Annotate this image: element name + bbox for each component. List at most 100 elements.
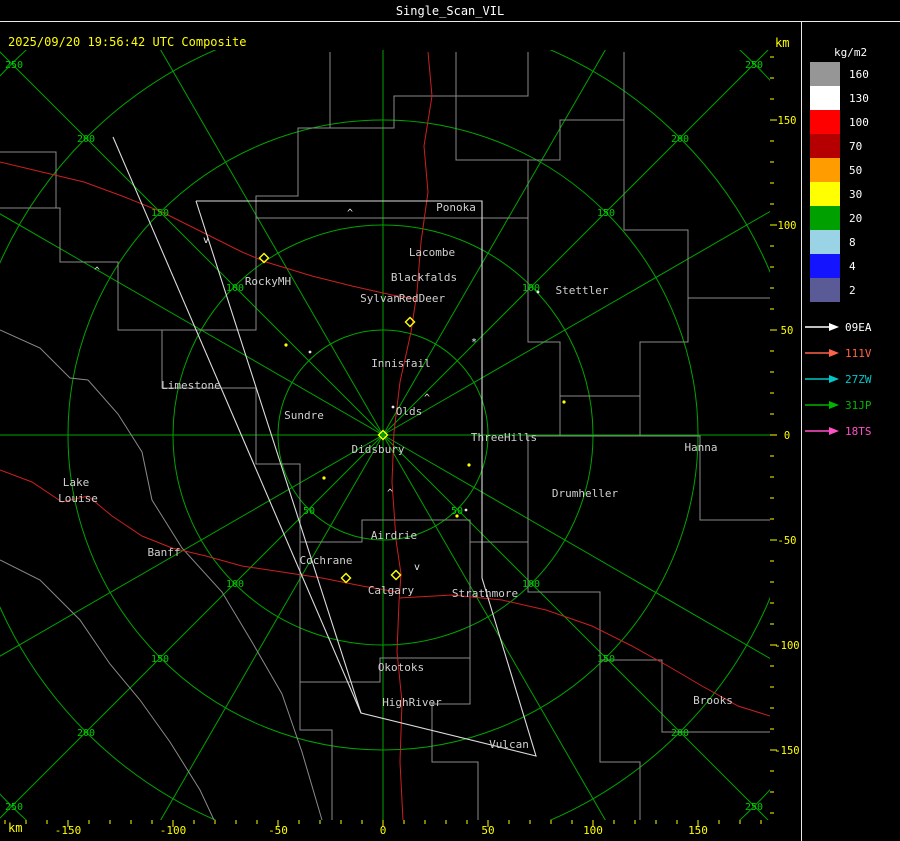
colorbar-value: 100 [849, 115, 869, 129]
city-label: Airdrie [371, 529, 417, 542]
range-distance-label: 150 [597, 654, 615, 665]
radar-id-legend: 09EA 111V 27ZW 31JP 18TS [805, 314, 872, 444]
radar-id-label: 111V [845, 346, 872, 360]
colorbar-level: 130 [810, 86, 869, 110]
bottom-axis-label: -100 [160, 824, 187, 837]
colorbar-level: 70 [810, 134, 869, 158]
colorbar-swatch [810, 62, 840, 86]
city-label: Banff [147, 546, 180, 559]
radar-legend-row[interactable]: 111V [805, 340, 872, 366]
colorbar-swatch [810, 254, 840, 278]
city-label: Lake [63, 476, 90, 489]
radar-id-label: 31JP [845, 398, 872, 412]
colorbar-level: 30 [810, 182, 869, 206]
colorbar-unit-label: kg/m2 [834, 46, 868, 59]
station-dot [391, 405, 395, 409]
city-label: Hanna [684, 441, 717, 454]
station-marker: v [203, 235, 209, 246]
colorbar-value: 4 [849, 259, 856, 273]
city-label: Vulcan [489, 738, 529, 751]
colorbar-value: 30 [849, 187, 863, 201]
radar-map-canvas[interactable]: 50 50100 100100 100150 150150 150200 200200 200… [0, 0, 900, 841]
radar-site-marker[interactable] [340, 572, 352, 584]
station-marker: ^ [94, 266, 100, 277]
colorbar-value: 70 [849, 139, 863, 153]
range-distance-label: 250 [745, 802, 763, 813]
colorbar-swatch [810, 278, 840, 302]
radar-arrow-icon [805, 427, 839, 435]
colorbar-value: 20 [849, 211, 863, 225]
spot-marker [562, 400, 566, 404]
station-marker: ^ [424, 393, 430, 404]
city-label: Innisfail [371, 357, 431, 370]
legend-panel: kg/m2 160 130 100 70 50 30 20 8 4 2 09EA 111V 27ZW 3… [801, 22, 900, 841]
highway-line [0, 469, 398, 593]
city-label: Limestone [161, 379, 221, 392]
city-label: Calgary [368, 584, 415, 597]
city-label: Olds [396, 405, 423, 418]
municipal-boundary [623, 120, 770, 299]
station-marker: ^ [347, 208, 353, 219]
map-layer[interactable]: 50 50100 100100 100150 150150 150200 200200 200… [0, 0, 900, 841]
municipal-boundary [599, 660, 641, 820]
range-distance-label: 200 [77, 728, 95, 739]
right-axis-label: 100 [778, 220, 797, 232]
city-label: Sundre [284, 409, 324, 422]
city-label: Lacombe [409, 246, 455, 259]
bottom-axis-label: 150 [688, 824, 708, 837]
radar-legend-row[interactable]: 18TS [805, 418, 872, 444]
station-marker: v [414, 562, 420, 573]
azimuth-spoke [382, 434, 606, 820]
bottom-axis-label: 0 [380, 824, 387, 837]
colorbar-swatch [810, 182, 840, 206]
station-dot [536, 290, 540, 294]
radar-arrow-icon [805, 401, 839, 409]
colorbar-swatch [810, 230, 840, 254]
municipal-boundary [528, 52, 625, 161]
city-label: RedDeer [399, 292, 446, 305]
municipal-boundary [255, 52, 331, 218]
station-dot [308, 350, 312, 354]
colorbar-swatch [810, 110, 840, 134]
colorbar-level: 100 [810, 110, 869, 134]
bottom-axis-label: 100 [583, 824, 603, 837]
radar-legend-row[interactable]: 31JP [805, 392, 872, 418]
radar-legend-row[interactable]: 09EA [805, 314, 872, 340]
range-distance-label: 100 [226, 283, 244, 294]
range-distance-label: 200 [671, 134, 689, 145]
right-axis-label: -150 [774, 745, 799, 757]
bottom-axis-label: -150 [55, 824, 82, 837]
radar-site-marker[interactable] [390, 569, 402, 581]
municipal-boundary [559, 396, 641, 437]
range-distance-label: 100 [522, 579, 540, 590]
colorbar-swatch [810, 158, 840, 182]
azimuth-spoke [0, 434, 384, 657]
radar-legend-row[interactable]: 27ZW [805, 366, 872, 392]
radar-viewer-window: Single_Scan_VIL 2025/09/20 19:56:42 UTC … [0, 0, 900, 841]
colorbar-swatch [810, 86, 840, 110]
colorbar-level: 8 [810, 230, 869, 254]
municipal-boundary [0, 151, 60, 209]
colorbar-level: 20 [810, 206, 869, 230]
colorbar-level: 160 [810, 62, 869, 86]
radar-id-label: 09EA [845, 320, 872, 334]
range-distance-label: 150 [151, 208, 169, 219]
city-label: Okotoks [378, 661, 424, 674]
spot-marker [467, 463, 471, 467]
city-label: Didsbury [352, 443, 405, 456]
spot-marker [455, 514, 459, 518]
colorbar-level: 4 [810, 254, 869, 278]
right-axis-label: 150 [778, 115, 797, 127]
right-axis-label: 0 [784, 430, 790, 442]
city-label: Strathmore [452, 587, 518, 600]
colorbar-value: 130 [849, 91, 869, 105]
city-label: HighRiver [382, 696, 442, 709]
station-dot [464, 508, 468, 512]
radar-arrow-icon [805, 375, 839, 383]
municipal-boundary [0, 559, 215, 820]
bottom-axis-label: 50 [481, 824, 494, 837]
municipal-boundary [87, 379, 323, 820]
municipal-boundary [456, 52, 529, 97]
range-distance-label: 250 [5, 802, 23, 813]
colorbar-level: 2 [810, 278, 869, 302]
